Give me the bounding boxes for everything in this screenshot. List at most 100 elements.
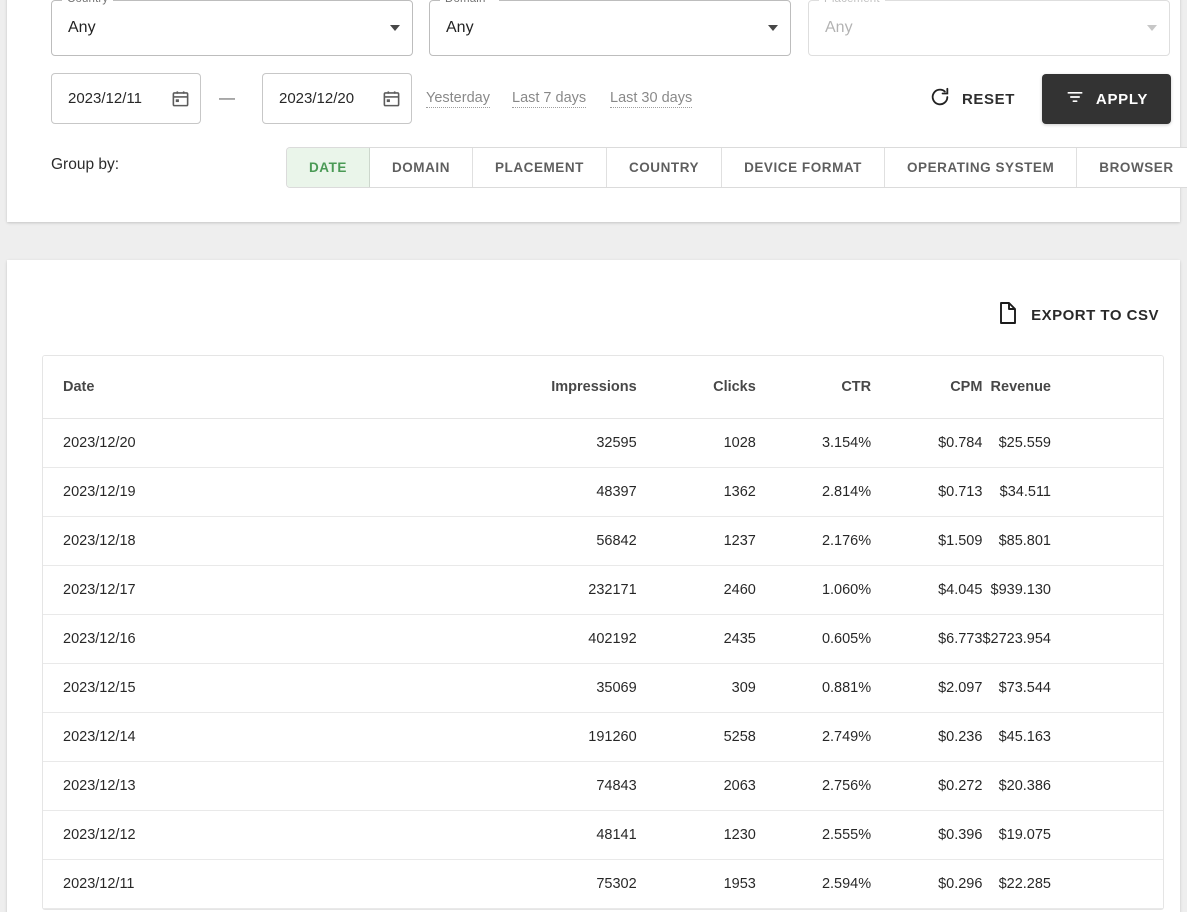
column-header-date[interactable]: Date (43, 356, 438, 419)
placement-select[interactable]: Placement Any (808, 0, 1170, 56)
table-row[interactable]: 2023/12/20 32595 1028 3.154% $0.784 $25.… (43, 418, 1163, 468)
quick-range-label: Last 30 days (610, 90, 693, 108)
apply-button[interactable]: APPLY (1042, 74, 1171, 124)
column-header-impressions[interactable]: Impressions (437, 356, 637, 419)
cell-clicks: 1237 (636, 516, 756, 566)
quick-range-yesterday[interactable]: Yesterday (426, 73, 490, 124)
cell-date: 2023/12/18 (43, 516, 438, 566)
cell-ctr: 0.881% (755, 663, 872, 713)
tab-country[interactable]: COUNTRY (606, 148, 723, 187)
cell-cpm: $0.236 (871, 712, 983, 762)
table-header-row: Date Impressions Clicks CTR CPM Revenue (43, 356, 1163, 419)
cell-clicks: 1028 (636, 418, 756, 468)
column-header-clicks[interactable]: Clicks (636, 356, 756, 419)
table-row[interactable]: 2023/12/12 48141 1230 2.555% $0.396 $19.… (43, 810, 1163, 860)
table-row[interactable]: 2023/12/11 75302 1953 2.594% $0.296 $22.… (43, 859, 1163, 909)
filter-panel: Country Any Domain * Any Placement Any 2… (7, 0, 1187, 222)
cell-impressions: 191260 (437, 712, 637, 762)
cell-impressions: 32595 (437, 418, 637, 468)
cell-cpm: $0.272 (871, 761, 983, 811)
country-value: Any (68, 19, 96, 36)
report-table: Date Impressions Clicks CTR CPM Revenue … (43, 356, 1163, 909)
table-body: 2023/12/20 32595 1028 3.154% $0.784 $25.… (43, 418, 1163, 909)
field-outline (429, 0, 791, 56)
tab-date[interactable]: DATE (287, 148, 370, 187)
cell-impressions: 75302 (437, 859, 637, 909)
table-header: Date Impressions Clicks CTR CPM Revenue (43, 356, 1163, 419)
column-header-ctr[interactable]: CTR (755, 356, 872, 419)
table-row[interactable]: 2023/12/13 74843 2063 2.756% $0.272 $20.… (43, 761, 1163, 811)
date-range-separator: — (219, 89, 235, 107)
tab-label: DATE (309, 160, 347, 175)
reset-button[interactable]: RESET (929, 76, 1015, 122)
table-row[interactable]: 2023/12/18 56842 1237 2.176% $1.509 $85.… (43, 516, 1163, 566)
domain-value: Any (446, 19, 474, 36)
cell-impressions: 35069 (437, 663, 637, 713)
table-row[interactable]: 2023/12/14 191260 5258 2.749% $0.236 $45… (43, 712, 1163, 762)
cell-revenue: $19.075 (982, 810, 1163, 860)
cell-cpm: $6.773 (871, 614, 983, 664)
cell-clicks: 2460 (636, 565, 756, 615)
cell-ctr: 2.756% (755, 761, 872, 811)
table-row[interactable]: 2023/12/19 48397 1362 2.814% $0.713 $34.… (43, 467, 1163, 517)
tab-domain[interactable]: DOMAIN (369, 148, 473, 187)
export-to-csv-button[interactable]: EXPORT TO CSV (993, 294, 1163, 336)
refresh-icon (929, 86, 951, 112)
cell-ctr: 0.605% (755, 614, 872, 664)
cell-revenue: $45.163 (982, 712, 1163, 762)
tab-browser[interactable]: BROWSER (1077, 148, 1187, 187)
export-label: EXPORT TO CSV (1031, 306, 1159, 324)
tab-label: OPERATING SYSTEM (906, 160, 1055, 175)
column-header-cpm[interactable]: CPM (871, 356, 983, 419)
cell-clicks: 2063 (636, 761, 756, 811)
date-to-value: 2023/12/20 (279, 90, 355, 107)
cell-date: 2023/12/13 (43, 761, 438, 811)
calendar-icon[interactable] (171, 89, 190, 108)
cell-revenue: $2723.954 (982, 614, 1163, 664)
table-row[interactable]: 2023/12/15 35069 309 0.881% $2.097 $73.5… (43, 663, 1163, 713)
chevron-down-icon (390, 25, 400, 31)
cell-clicks: 309 (636, 663, 756, 713)
tab-operating-system[interactable]: OPERATING SYSTEM (884, 148, 1078, 187)
tab-device-format[interactable]: DEVICE FORMAT (722, 148, 885, 187)
cell-date: 2023/12/17 (43, 565, 438, 615)
report-page: Country Any Domain * Any Placement Any 2… (0, 0, 1187, 912)
table-row[interactable]: 2023/12/17 232171 2460 1.060% $4.045 $93… (43, 565, 1163, 615)
country-select[interactable]: Country Any (51, 0, 413, 56)
cell-clicks: 5258 (636, 712, 756, 762)
cell-revenue: $22.285 (982, 859, 1163, 909)
cell-ctr: 2.749% (755, 712, 872, 762)
cell-cpm: $0.713 (871, 467, 983, 517)
cell-cpm: $2.097 (871, 663, 983, 713)
cell-impressions: 402192 (437, 614, 637, 664)
chevron-down-icon (768, 25, 778, 31)
domain-select[interactable]: Domain * Any (429, 0, 791, 56)
date-from-input[interactable]: 2023/12/11 (51, 73, 201, 124)
cell-revenue: $85.801 (982, 516, 1163, 566)
chevron-down-icon (1147, 25, 1157, 31)
date-to-input[interactable]: 2023/12/20 (262, 73, 412, 124)
tab-placement[interactable]: PLACEMENT (473, 148, 607, 187)
column-header-revenue[interactable]: Revenue (982, 356, 1163, 419)
cell-ctr: 2.594% (755, 859, 872, 909)
cell-date: 2023/12/20 (43, 418, 438, 468)
cell-date: 2023/12/14 (43, 712, 438, 762)
cell-ctr: 2.555% (755, 810, 872, 860)
cell-revenue: $25.559 (982, 418, 1163, 468)
tab-label: COUNTRY (628, 160, 700, 175)
cell-ctr: 2.176% (755, 516, 872, 566)
filter-icon (1065, 87, 1085, 111)
cell-ctr: 2.814% (755, 467, 872, 517)
date-from-value: 2023/12/11 (68, 90, 142, 107)
cell-revenue: $73.544 (982, 663, 1163, 713)
quick-range-last-30-days[interactable]: Last 30 days (610, 73, 693, 124)
cell-date: 2023/12/11 (43, 859, 438, 909)
tab-label: BROWSER (1099, 160, 1174, 175)
quick-range-last-7-days[interactable]: Last 7 days (512, 73, 587, 124)
cell-cpm: $0.296 (871, 859, 983, 909)
field-outline (51, 0, 413, 56)
calendar-icon[interactable] (382, 89, 401, 108)
cell-clicks: 2435 (636, 614, 756, 664)
cell-revenue: $20.386 (982, 761, 1163, 811)
table-row[interactable]: 2023/12/16 402192 2435 0.605% $6.773 $27… (43, 614, 1163, 664)
